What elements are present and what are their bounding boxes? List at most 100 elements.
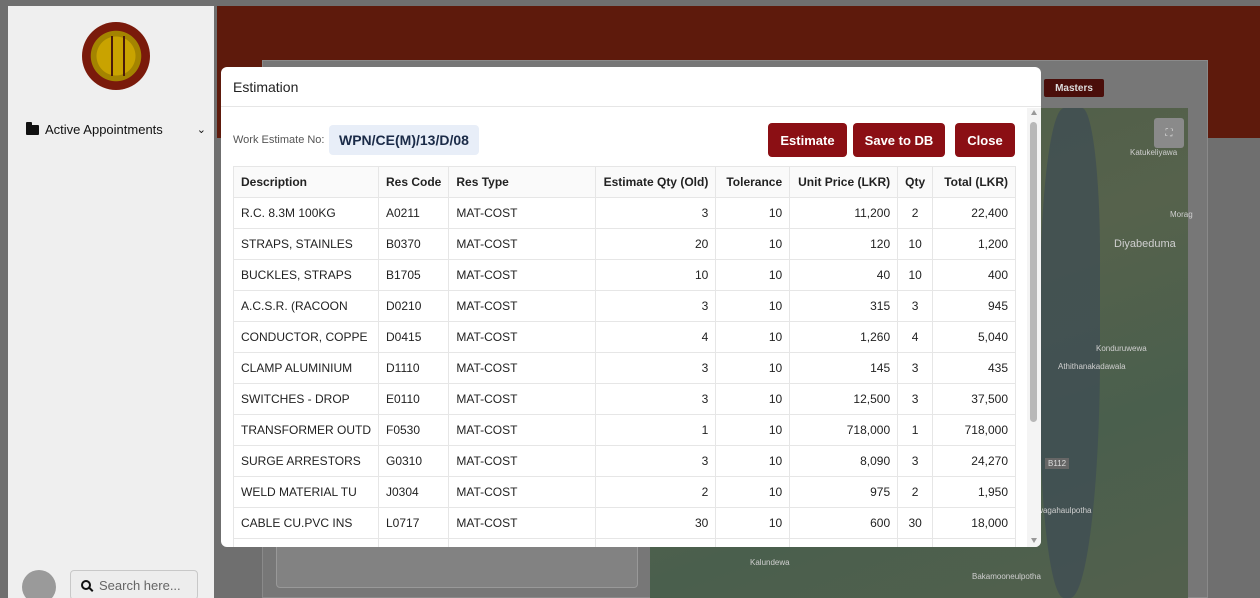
cell-description: SWITCHES - DROP [233,383,379,415]
scroll-down-icon[interactable] [1031,538,1037,543]
cell-res-type: MAT-COST [448,228,597,260]
cell-res-type: MAT-COST [448,197,597,229]
map-water [1040,108,1100,598]
table-row[interactable]: SWITCHES - DROP E0110 MAT-COST 3 10 12,500 3 37… [233,383,1016,415]
cell-res-code: L0717 [377,507,450,539]
cell-res-type: MAT-COST [448,507,597,539]
cell-unit-price: 315 [789,290,899,322]
column-header: Total (LKR) [932,166,1016,198]
search-icon [81,580,91,590]
map-label: Athithanakadawala [1058,362,1126,371]
cell-qty: 4 [897,321,934,353]
scroll-up-icon[interactable] [1031,110,1037,115]
cell-res-type: MAT-COST [448,476,597,508]
table-row[interactable]: BUCKLES, STRAPS B1705 MAT-COST 10 10 40 10 400 [233,259,1016,291]
table-row[interactable]: SURGE ARRESTORS G0310 MAT-COST 3 10 8,090 3 24,… [233,445,1016,477]
table-row[interactable]: TRANSFORMER OUTD F0530 MAT-COST 1 10 718,000 1… [233,414,1016,446]
cell-total: 24,270 [932,445,1016,477]
cell-estimate-qty-old: 3 [595,445,717,477]
table-row[interactable]: CABLE CU.PVC INS L0717 MAT-COST 30 10 600 30 18… [233,507,1016,539]
cell-description: R.C. 8.3M 100KG [233,197,379,229]
cell-res-code: G0310 [377,445,450,477]
cell-res-code: A0211 [377,197,450,229]
cell-estimate-qty-old: 3 [595,290,717,322]
close-button[interactable]: Close [955,123,1015,157]
cell-tolerance: 10 [715,383,791,415]
table-row[interactable]: CONDUCTOR, COPPE D0415 MAT-COST 4 10 1,260 4 5,… [233,321,1016,353]
table-row[interactable]: WELD MATERIAL TU J0304 MAT-COST 2 10 975 2 1,95… [233,476,1016,508]
cell-total: 400 [932,259,1016,291]
sidebar-item-active-appointments[interactable]: Active Appointments ⌄ [26,121,206,137]
cell-estimate-qty-old: 30 [595,507,717,539]
cell-total: 37,500 [932,383,1016,415]
cell-res-type: MAT-COST [448,383,597,415]
table-row[interactable] [233,538,1016,547]
cell-tolerance: 10 [715,321,791,353]
cell-res-type: MAT-COST [448,352,597,384]
cell-qty: 3 [897,383,934,415]
folder-icon [26,121,39,135]
column-header: Estimate Qty (Old) [595,166,717,198]
fullscreen-icon[interactable]: ⛶ [1154,118,1184,148]
save-to-db-button[interactable]: Save to DB [853,123,945,157]
cell-res-type: MAT-COST [448,414,597,446]
cell-qty: 30 [897,507,934,539]
scroll-thumb[interactable] [1030,122,1037,422]
column-header: Res Type [448,166,597,198]
empty-cell [233,538,379,547]
cell-description: A.C.S.R. (RACOON [233,290,379,322]
column-header: Unit Price (LKR) [789,166,899,198]
masters-button[interactable]: Masters [1044,79,1104,97]
empty-cell [448,538,597,547]
cell-res-code: E0110 [377,383,450,415]
avatar[interactable] [22,570,56,598]
column-header: Tolerance [715,166,791,198]
cell-unit-price: 12,500 [789,383,899,415]
empty-cell [377,538,450,547]
cell-res-code: D0415 [377,321,450,353]
table-row[interactable]: STRAPS, STAINLES B0370 MAT-COST 20 10 120 10 1,… [233,228,1016,260]
column-header: Description [233,166,379,198]
cell-description: SURGE ARRESTORS [233,445,379,477]
cell-tolerance: 10 [715,290,791,322]
sidebar-item-label: Active Appointments [45,122,163,137]
cell-res-code: F0530 [377,414,450,446]
cell-total: 22,400 [932,197,1016,229]
cell-estimate-qty-old: 4 [595,321,717,353]
cell-unit-price: 145 [789,352,899,384]
cell-estimate-qty-old: 3 [595,197,717,229]
estimate-button[interactable]: Estimate [768,123,847,157]
cell-estimate-qty-old: 20 [595,228,717,260]
cell-tolerance: 10 [715,476,791,508]
ceb-logo [82,22,150,90]
empty-cell [715,538,791,547]
cell-description: CONDUCTOR, COPPE [233,321,379,353]
empty-cell [932,538,1016,547]
cell-unit-price: 8,090 [789,445,899,477]
cell-res-code: D1110 [377,352,450,384]
cell-tolerance: 10 [715,507,791,539]
table-row[interactable]: A.C.S.R. (RACOON D0210 MAT-COST 3 10 315 3 945 [233,290,1016,322]
empty-cell [595,538,717,547]
search-input[interactable]: Search here... [70,570,198,598]
cell-estimate-qty-old: 2 [595,476,717,508]
cell-res-code: D0210 [377,290,450,322]
table-row[interactable]: R.C. 8.3M 100KG A0211 MAT-COST 3 10 11,200 2 22… [233,197,1016,229]
table-row[interactable]: CLAMP ALUMINIUM D1110 MAT-COST 3 10 145 3 435 [233,352,1016,384]
modal-scrollbar[interactable] [1027,108,1041,547]
modal-toolbar: Work Estimate No: WPN/CE(M)/13/D/08 Esti… [221,123,1027,157]
cell-description: CLAMP ALUMINIUM [233,352,379,384]
cell-tolerance: 10 [715,197,791,229]
column-header: Res Code [377,166,450,198]
cell-tolerance: 10 [715,414,791,446]
cell-unit-price: 120 [789,228,899,260]
modal-body: Work Estimate No: WPN/CE(M)/13/D/08 Esti… [221,108,1027,547]
map-label: Konduruwewa [1096,344,1147,353]
cell-unit-price: 1,260 [789,321,899,353]
cell-description: STRAPS, STAINLES [233,228,379,260]
map-label: Diyabeduma [1114,238,1176,250]
empty-cell [789,538,899,547]
map-label: Morag [1170,210,1193,219]
cell-res-code: B1705 [377,259,450,291]
search-placeholder: Search here... [99,577,181,593]
